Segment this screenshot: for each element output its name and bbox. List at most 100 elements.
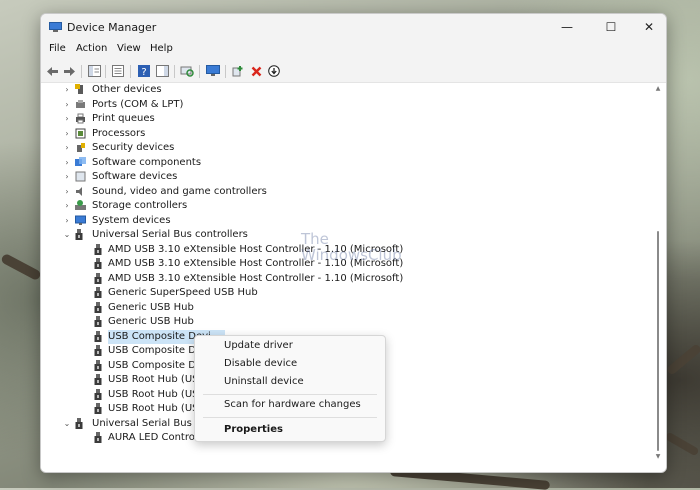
usb-plug-icon [94,359,102,372]
close-button[interactable]: ✕ [633,14,665,41]
software-device-icon [75,171,86,182]
scroll-up-arrow[interactable]: ▲ [655,85,661,92]
toolbar-separator [81,65,82,78]
tree-device-label: USB Root Hub (USB [108,403,206,414]
toolbar-separator [199,65,200,78]
minimize-button[interactable]: — [551,14,583,41]
usb-plug-icon [94,258,102,270]
tree-category-label: Universal Serial Bus controllers [92,229,248,240]
expand-chevron-icon[interactable]: › [63,214,71,228]
expand-chevron-icon[interactable]: › [63,112,71,126]
title-bar[interactable]: Device Manager — ☐ ✕ [41,14,666,41]
usb-plug-icon [94,403,102,415]
scroll-down-arrow[interactable]: ▼ [655,453,661,460]
usb-controller-icon [75,229,86,240]
processor-icon [75,128,86,139]
add-driver-icon[interactable] [231,64,245,78]
menu-view[interactable]: View [117,43,141,54]
usb-plug-icon [94,287,102,299]
svg-text:?: ? [141,67,146,77]
tree-category-row[interactable]: › Security devices [61,141,621,155]
context-disable-device[interactable]: Disable device [224,358,297,369]
ports-icon [75,99,86,110]
system-devices-icon [75,215,86,226]
tree-category-row[interactable]: › Print queues [61,112,621,126]
toolbar-separator [130,65,131,78]
tree-category-row[interactable]: › Other devices [61,83,621,97]
expand-chevron-icon[interactable]: › [63,170,71,184]
show-hide-console-tree-icon[interactable] [87,64,101,78]
background-branch [664,431,700,457]
tree-category-label: System devices [92,214,171,226]
watermark-line-2: WindowsClub [301,246,402,264]
background-branch [665,343,700,376]
security-icon [75,142,86,153]
properties-icon[interactable] [111,64,125,78]
context-uninstall-device[interactable]: Uninstall device [224,376,304,387]
context-update-driver[interactable]: Update driver [224,340,293,351]
tree-device-label: Generic USB Hub [108,301,194,313]
usb-plug-icon [94,374,102,386]
usb-plug-icon [94,272,102,285]
expand-chevron-icon[interactable]: › [63,98,71,112]
action-pane-icon[interactable] [155,64,169,78]
scroll-thumb[interactable] [657,231,659,451]
toolbar-separator [105,65,106,78]
other-devices-icon [75,84,86,95]
usb-plug-icon [94,345,102,357]
usb-device-icon [75,417,86,429]
tree-category-label: Software devices [92,171,178,182]
tree-category-label: Security devices [92,142,175,153]
context-menu: Update driver Disable device Uninstall d… [194,335,386,442]
monitor-icon[interactable] [206,64,220,78]
expand-chevron-icon[interactable]: › [63,127,71,141]
expand-chevron-icon[interactable]: ⌄ [63,228,71,242]
update-driver-icon[interactable] [267,64,281,78]
expand-chevron-icon[interactable]: › [63,141,71,155]
tree-category-label: Print queues [92,113,155,124]
back-arrow-icon[interactable] [45,64,59,78]
tree-category-row[interactable]: › Software components [61,156,621,170]
tree-device-label: AURA LED Controlle [108,432,207,443]
usb-plug-icon [94,388,102,401]
software-component-icon [75,156,86,168]
tree-category-row[interactable]: › Software devices [61,170,621,184]
usb-plug-icon [94,301,102,314]
tree-category-label: Sound, video and game controllers [92,185,267,197]
tree-category-row[interactable]: › Processors [61,127,621,141]
printer-icon [75,113,86,124]
usb-plug-icon [94,316,102,328]
menu-help[interactable]: Help [150,43,173,54]
vertical-scrollbar[interactable]: ▲ ▼ [655,83,661,463]
uninstall-device-icon[interactable] [249,64,263,78]
expand-chevron-icon[interactable]: › [63,199,71,213]
expand-chevron-icon[interactable]: › [63,156,71,170]
tree-category-label: Other devices [92,84,162,95]
help-icon[interactable]: ? [137,64,151,78]
tree-device-label: Generic USB Hub [108,316,194,327]
menu-action[interactable]: Action [76,43,107,54]
watermark: The WindowsClub [301,231,402,263]
forward-arrow-icon[interactable] [62,64,76,78]
context-separator [203,394,377,395]
scan-hardware-icon[interactable] [180,64,194,78]
menu-bar: File Action View Help [41,41,666,60]
tree-category-label: Processors [92,127,146,139]
usb-plug-icon [94,432,102,444]
tree-device-label: USB Root Hub (USB [108,388,206,400]
tree-category-row[interactable]: › Storage controllers [61,199,621,213]
tree-category-row[interactable]: › Ports (COM & LPT) [61,98,621,112]
tree-category-row[interactable]: › System devices [61,214,621,228]
tree-device-label: AMD USB 3.10 eXtensible Host Controller … [108,272,404,284]
context-separator [203,417,377,418]
menu-file[interactable]: File [49,43,66,54]
expand-chevron-icon[interactable]: › [63,83,71,97]
tree-category-row[interactable]: › Sound, video and game controllers [61,185,621,199]
toolbar: ? [41,60,666,83]
context-scan-hardware[interactable]: Scan for hardware changes [224,399,361,410]
background-branch [0,252,42,282]
maximize-button[interactable]: ☐ [595,14,627,41]
context-properties[interactable]: Properties [224,424,283,435]
expand-chevron-icon[interactable]: ⌄ [63,417,71,431]
expand-chevron-icon[interactable]: › [63,185,71,199]
